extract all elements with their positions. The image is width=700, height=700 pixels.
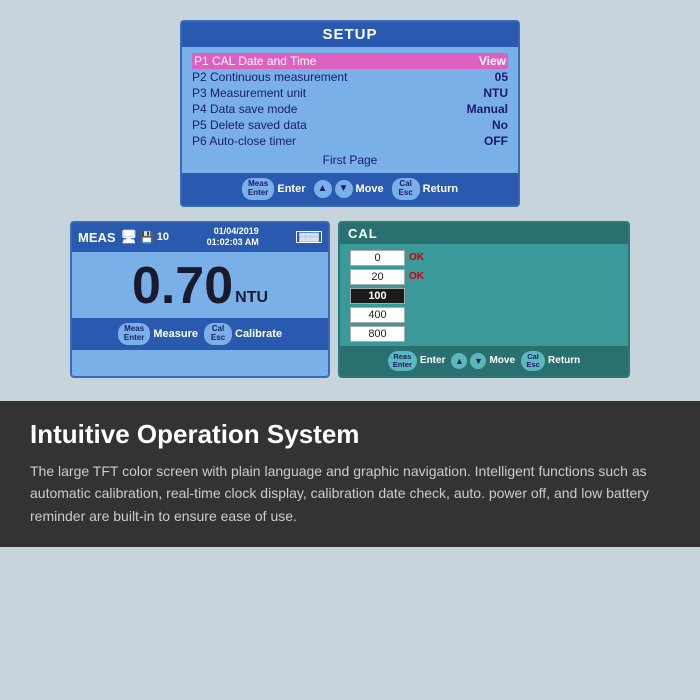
bottom-title: Intuitive Operation System (30, 419, 670, 450)
cal-return-label: Return (548, 355, 580, 366)
cal-value-400: 400 (350, 307, 405, 323)
setup-row-p3-label: P3 Measurement unit (192, 86, 483, 100)
cal-esc-btn[interactable]: CalEsc (204, 323, 232, 345)
floppy-icon: 💾 (140, 231, 154, 244)
cal-enter-group: ReasEnter Enter (388, 351, 446, 372)
setup-cal-esc-btn[interactable]: CalEsc (392, 178, 420, 200)
saved-count: 10 (157, 231, 169, 243)
setup-up-btn[interactable]: ▲ (314, 180, 332, 198)
setup-title: SETUP (182, 22, 518, 47)
top-section: SETUP P1 CAL Date and Time View P2 Conti… (0, 0, 700, 393)
cal-value-100: 100 (350, 288, 405, 304)
setup-row-p5-value: No (492, 118, 508, 132)
meas-measure-label: Measure (153, 328, 198, 340)
setup-row-p4-label: P4 Data save mode (192, 102, 467, 116)
setup-buttons: MeasEnter Enter ▲ ▼ Move CalEsc Return (182, 173, 518, 205)
cal-ok-20: OK (409, 271, 424, 282)
meas-enter-btn[interactable]: MeasEnter (118, 323, 150, 345)
cal-buttons: ReasEnter Enter ▲ ▼ Move CalEsc Return (340, 346, 628, 377)
cal-value-20: 20 (350, 269, 405, 285)
setup-row-p2-value: 05 (495, 70, 508, 84)
meas-calibrate-group: CalEsc Calibrate (204, 323, 282, 345)
battery-icon: ▓▓▓ (296, 231, 322, 243)
setup-row-p4: P4 Data save mode Manual (192, 101, 508, 117)
bottom-text: The large TFT color screen with plain la… (30, 460, 670, 527)
meas-body: 0.70NTU (72, 252, 328, 318)
cal-return-btn[interactable]: CalEsc (521, 351, 545, 372)
setup-row-p4-value: Manual (467, 102, 508, 116)
cal-reas-enter-btn[interactable]: ReasEnter (388, 351, 417, 372)
bottom-section: Intuitive Operation System The large TFT… (0, 401, 700, 547)
setup-return-label: Return (423, 183, 458, 195)
setup-enter-label: Enter (277, 183, 305, 195)
cal-row-800: 800 (350, 326, 618, 342)
cal-row-0: 0 OK (350, 250, 618, 266)
cal-panel: CAL 0 OK 20 OK 100 400 800 (338, 221, 630, 379)
setup-row-p1-value: View (479, 54, 506, 68)
cal-down-btn[interactable]: ▼ (470, 353, 486, 369)
setup-row-p1: P1 CAL Date and Time View (192, 53, 508, 69)
meas-time: 01:02:03 AM (207, 237, 259, 249)
meas-number: 0.70 (132, 260, 233, 312)
cal-row-20: 20 OK (350, 269, 618, 285)
meas-buttons: MeasEnter Measure CalEsc Calibrate (72, 318, 328, 350)
setup-body: P1 CAL Date and Time View P2 Continuous … (182, 47, 518, 173)
meas-icons: 🖥 💾 10 (121, 229, 169, 245)
setup-row-p1-label: P1 CAL Date and Time (194, 54, 479, 68)
cal-ok-0: OK (409, 252, 424, 263)
setup-row-p6-label: P6 Auto-close timer (192, 134, 484, 148)
cal-row-400: 400 (350, 307, 618, 323)
meas-calibrate-label: Calibrate (235, 328, 282, 340)
cal-enter-label: Enter (420, 355, 446, 366)
setup-row-p3: P3 Measurement unit NTU (192, 85, 508, 101)
monitor-icon: 🖥 (121, 229, 138, 245)
meas-title: MEAS (78, 230, 116, 245)
meas-panel: MEAS 🖥 💾 10 01/04/2019 01:02:03 AM ▓▓▓ 0… (70, 221, 330, 379)
setup-row-p6: P6 Auto-close timer OFF (192, 133, 508, 149)
setup-enter-group: MeasEnter Enter (242, 178, 306, 200)
cal-up-btn[interactable]: ▲ (451, 353, 467, 369)
setup-return-group: CalEsc Return (392, 178, 458, 200)
meas-date: 01/04/2019 (207, 226, 259, 238)
meas-header-right: 01/04/2019 01:02:03 AM (207, 226, 259, 249)
meas-value: 0.70NTU (132, 260, 268, 312)
cal-return-group: CalEsc Return (521, 351, 580, 372)
cal-value-0: 0 (350, 250, 405, 266)
setup-panel: SETUP P1 CAL Date and Time View P2 Conti… (180, 20, 520, 207)
setup-row-p3-value: NTU (483, 86, 508, 100)
cal-value-800: 800 (350, 326, 405, 342)
cal-move-label: Move (489, 355, 515, 366)
meas-unit: NTU (235, 290, 268, 306)
setup-meas-enter-btn[interactable]: MeasEnter (242, 178, 274, 200)
meas-header-left: MEAS 🖥 💾 10 (78, 229, 169, 245)
setup-row-p5: P5 Delete saved data No (192, 117, 508, 133)
meas-measure-group: MeasEnter Measure (118, 323, 198, 345)
setup-row-p2: P2 Continuous measurement 05 (192, 69, 508, 85)
first-page-label: First Page (192, 149, 508, 169)
cal-body: 0 OK 20 OK 100 400 800 (340, 244, 628, 346)
cal-move-group: ▲ ▼ Move (451, 353, 515, 369)
setup-row-p6-value: OFF (484, 134, 508, 148)
cal-header: CAL (340, 223, 628, 244)
setup-move-label: Move (356, 183, 384, 195)
cal-row-100: 100 (350, 288, 618, 304)
setup-down-btn[interactable]: ▼ (335, 180, 353, 198)
meas-header: MEAS 🖥 💾 10 01/04/2019 01:02:03 AM ▓▓▓ (72, 223, 328, 252)
bottom-panels: MEAS 🖥 💾 10 01/04/2019 01:02:03 AM ▓▓▓ 0… (70, 221, 630, 379)
setup-move-group: ▲ ▼ Move (314, 180, 384, 198)
setup-row-p2-label: P2 Continuous measurement (192, 70, 495, 84)
setup-row-p5-label: P5 Delete saved data (192, 118, 492, 132)
